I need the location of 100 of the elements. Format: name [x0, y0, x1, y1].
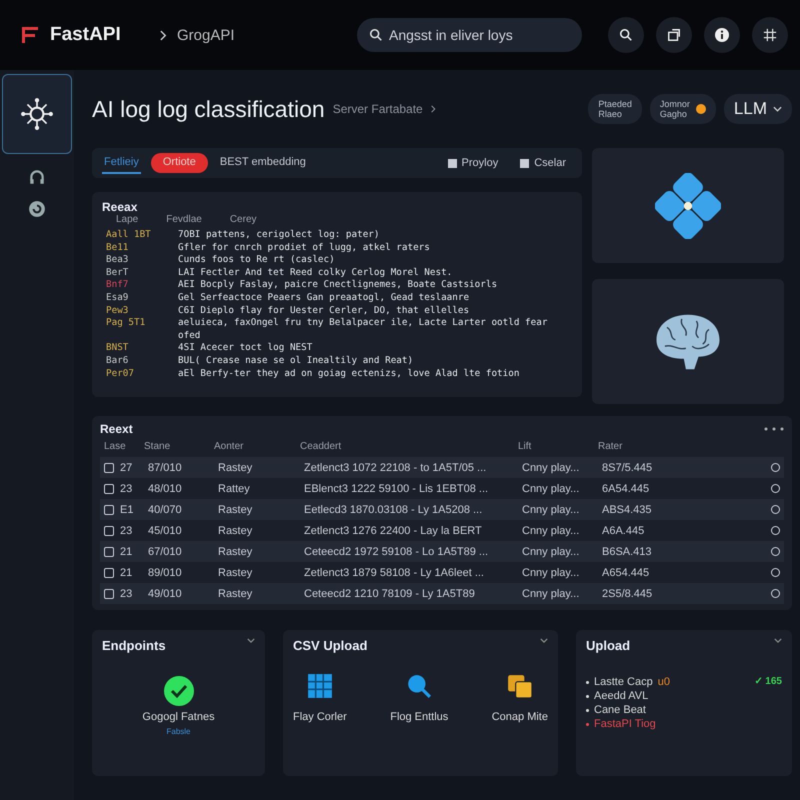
row-checkbox[interactable] [104, 546, 114, 556]
success-count: ✓ 165 [754, 675, 782, 689]
network-button[interactable] [2, 74, 72, 154]
column-header: Cerey [230, 214, 257, 225]
info-icon [714, 27, 730, 43]
log-tag: Bea3 [102, 254, 168, 267]
table-cell-text: 23 [120, 524, 134, 536]
row-radio[interactable] [771, 505, 780, 514]
status-link[interactable]: Fabsle [166, 727, 190, 736]
tab[interactable]: Fetlieiy [102, 152, 141, 174]
table-cell-text: Ceteecd2 1972 59108 - Lo 1A5T89 ... [304, 546, 490, 558]
more-icon[interactable] [764, 427, 784, 431]
table-cell-text: 48/010 [148, 482, 183, 494]
log-tag: Esa9 [102, 292, 168, 305]
table-row[interactable]: 23 45/010 Rastey Zetlenct3 1276 22400 - Lay la BERT Cnny play... A6A.445 [100, 520, 784, 541]
card-title: CSV Upload [293, 638, 368, 653]
table-cell-text: 6A54.445 [602, 482, 650, 494]
table-row[interactable]: 23 49/010 Rastey Ceteecd2 1210 78109 - Ly 1A5T89 Cnny play... 2S5/8.445 [100, 583, 784, 604]
table-cell-text: 23 [120, 588, 134, 600]
chevron-icon [160, 30, 167, 40]
network-icon [20, 97, 54, 131]
log-tag: Pew3 [102, 304, 168, 318]
status-label: Gogogl Fatnes [142, 711, 215, 723]
log-message: aEl Berfy-ter they ad on goiag ectenizs, love Alad lte fotion [178, 368, 520, 380]
log-tag: Be11 [102, 242, 168, 254]
column-header: Lase [104, 441, 127, 452]
upload-option[interactable]: Flay Corler [293, 673, 347, 723]
breadcrumb-link[interactable]: GrogAPI [177, 26, 347, 44]
row-radio[interactable] [771, 526, 780, 535]
page-title: AI log log classification [92, 96, 325, 122]
table-row[interactable]: 21 67/010 Rastey Ceteecd2 1972 59108 - Lo 1A5T89 ... Cnny play... B6SA.413 [100, 541, 784, 562]
grid-icon [306, 673, 333, 699]
panel-title: Reext [100, 422, 133, 436]
table-cell-text: E1 [120, 504, 134, 516]
table-cell-text: ABS4.435 [602, 504, 653, 516]
table-cell-text: EBlenct3 1222 59100 - Lis 1EBT08 ... [304, 482, 490, 494]
table-cell-text: Eetlecd3 1870.03108 - Ly 1A5208 ... [304, 504, 484, 516]
table-cell-text: 2S5/8.445 [602, 588, 654, 600]
row-checkbox[interactable] [104, 568, 114, 578]
table-row[interactable]: E1 40/070 Rastey Eetlecd3 1870.03108 - Ly 1A5208 ... Cnny play... ABS4.435 [100, 499, 784, 520]
table-cell-text: Cnny play... [522, 482, 580, 494]
row-radio[interactable] [771, 463, 780, 472]
upload-tag: u0 [658, 675, 670, 689]
table-cell-text: 49/010 [148, 588, 183, 600]
row-checkbox[interactable] [104, 504, 114, 514]
model-dropdown[interactable]: LLM [724, 94, 792, 124]
caret-icon[interactable] [540, 638, 548, 643]
search-field[interactable]: Angsst in eliver loys [357, 18, 582, 52]
table-cell-text: Ceteecd2 1210 78109 - Ly 1A5T89 [304, 588, 476, 600]
headphones-icon[interactable] [28, 168, 46, 186]
table-cell-text: 27 [120, 462, 134, 474]
table-cell-text: Cnny play... [522, 504, 580, 516]
caret-icon[interactable] [247, 638, 255, 643]
window-button[interactable] [656, 17, 692, 53]
row-radio[interactable] [771, 568, 780, 577]
table-cell-text: Cnny play... [522, 524, 580, 536]
table-cell-text: Rastey [218, 546, 254, 558]
row-checkbox[interactable] [104, 526, 114, 536]
brand-name: FastAPI [50, 24, 121, 46]
toolbar-button[interactable]: Cselar [514, 156, 572, 170]
refresh-icon[interactable] [28, 200, 46, 218]
status-chip[interactable]: Jomnor Gagho [650, 94, 716, 124]
table-cell-text: A654.445 [602, 566, 650, 578]
table-row[interactable]: 21 89/010 Rastey Zetlenct3 1879 58108 - Ly 1A6leet ... Cnny play... A654.445 [100, 562, 784, 583]
table-row[interactable]: 23 48/010 Rattey EBlenct3 1222 59100 - Lis 1EBT08 ... Cnny play... 6A54.445 [100, 478, 784, 499]
table-cell-text: A6A.445 [602, 524, 646, 536]
tab[interactable]: BEST embedding [218, 152, 308, 174]
toolbar-button[interactable]: Proyloy [442, 156, 504, 170]
caret-icon[interactable] [774, 638, 782, 643]
table-cell-text: Rastey [218, 504, 254, 516]
info-button[interactable] [704, 17, 740, 53]
row-checkbox[interactable] [104, 462, 114, 472]
table-cell-text: B6SA.413 [602, 546, 653, 558]
row-radio[interactable] [771, 484, 780, 493]
upload-option[interactable]: Flog Enttlus [390, 673, 448, 723]
upload-option[interactable]: Conap Mite [492, 673, 548, 723]
log-tag: Aall 1BT [102, 229, 168, 242]
table-cell-text: Rattey [218, 482, 251, 494]
card-title: Endpoints [102, 638, 166, 653]
table-cell-text: 45/010 [148, 524, 183, 536]
status-chip[interactable]: Ptaeded Rlaeo [588, 94, 642, 124]
table-cell-text: Rastey [218, 462, 254, 474]
log-message: Cunds foos to Re rt (caslec) [178, 254, 335, 267]
search-button[interactable] [608, 17, 644, 53]
chevron-icon [430, 105, 436, 113]
row-checkbox[interactable] [104, 484, 114, 494]
grid-button[interactable] [752, 17, 788, 53]
log-tag: Bnf7 [102, 279, 168, 292]
table-row[interactable]: 27 87/010 Rastey Zetlenct3 1072 22108 - to 1A5T/05 ... Cnny play... 8S7/5.445 [100, 457, 784, 478]
log-message: aeluieca, faxOngel fru tny Belalpacer ile, Lacte Larter ootld fear ofed [178, 317, 548, 342]
table-cell-text: Zetlenct3 1879 58108 - Ly 1A6leet ... [304, 566, 485, 578]
row-checkbox[interactable] [104, 588, 114, 598]
column-header: Ceaddert [300, 441, 342, 452]
log-message: Gel Serfeactoce Peaers Gan preaatogl, Gead teslaanre [178, 292, 470, 305]
log-message: C6I Dieplo flay for Uester Cerler, DO, that ellelles [178, 304, 470, 318]
row-radio[interactable] [771, 547, 780, 556]
table-cell-text: 89/010 [148, 566, 183, 578]
row-radio[interactable] [771, 589, 780, 598]
log-tag: Per07 [102, 368, 168, 380]
log-message: BUL( Crease nase se ol Inealtily and Reat) [178, 354, 414, 368]
